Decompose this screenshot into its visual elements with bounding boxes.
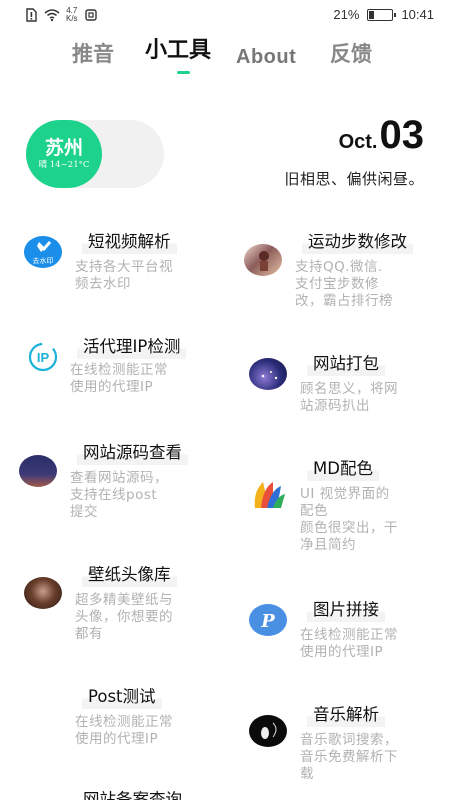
sim-alert-icon [26,8,37,22]
tool-title: 网站备案查询 [77,786,188,800]
tool-description: 支持QQ.微信. 支付宝步数修 改，霸占排行榜 [295,259,393,310]
tool-description: 在线检测能正常 使用的代理IP [70,362,168,396]
tab-recommend[interactable]: 推音 [72,38,114,68]
date-day: 03 [379,113,425,157]
tool-description: 支持各大平台视 频去水印 [75,259,173,293]
active-tab-indicator [177,71,190,74]
tool-description: 在线检测能正常 使用的代理IP [75,714,173,748]
wifi-icon [44,9,60,22]
weather-widget[interactable]: 苏州 晴 14~21°C [26,120,164,188]
tool-description-line: 顾名思义，将网 [300,381,398,397]
tool-title: 音乐解析 [307,701,385,727]
watermark-remove-icon: 去水印 [24,236,62,268]
tool-title: 壁纸头像库 [82,561,177,587]
tool-description-line: 支持各大平台视 [75,259,173,275]
tool-description-line: 超多精美壁纸与 [75,592,173,608]
tool-title: 网站源码查看 [77,439,188,465]
tool-description-line: 使用的代理IP [70,379,154,395]
battery-percent: 21% [333,7,360,22]
tool-title: MD配色 [307,455,379,481]
tool-description-line: 头像，你想要的 [75,609,173,625]
tool-description: 在线检测能正常 使用的代理IP [300,627,398,661]
date-motto: 旧相思、偏供闲昼。 [284,170,424,188]
city-night-icon [249,358,287,390]
tool-title: 网站打包 [307,350,385,376]
palette-icon [249,479,287,511]
tool-description-line: 颜色很突出，干 [300,520,398,536]
tool-description-line: 都有 [75,626,103,642]
tool-description-line: 支付宝步数修 [295,276,379,292]
tool-description-line: 音乐免费解析下 [300,749,398,765]
p-icon-label: P [260,611,275,632]
tool-description-line: 在线检测能正常 [75,714,173,730]
tool-description-line: 站源码扒出 [300,398,370,414]
network-speed: 4.7 K/s [66,7,78,23]
weather-city: 苏州 [44,137,83,159]
tool-description-line: 使用的代理IP [300,644,384,660]
tool-description-line: 提交 [70,504,98,520]
tool-description-line: 载 [300,766,314,782]
network-speed-unit: K/s [66,14,78,23]
tool-description-line: 在线检测能正常 [70,362,168,378]
tab-tools[interactable]: 小工具 [145,32,211,64]
date-widget: Oct. 03 旧相思、偏供闲昼。 [284,114,424,189]
tool-description-line: 在线检测能正常 [300,627,398,643]
tool-description-line: 音乐歌词搜索， [300,732,398,748]
portrait-photo-icon [24,577,62,609]
weather-summary: 晴 14~21°C [38,160,90,170]
tool-description: 顾名思义，将网 站源码扒出 [300,381,398,415]
ip-icon: IP [24,341,62,373]
tool-title: 活代理IP检测 [77,333,187,359]
battery-icon [367,8,397,21]
tool-description-line: 支持在线post [70,487,158,503]
tool-description-line: 支持QQ.微信. [295,259,383,275]
screenshot-notification-icon [84,9,97,21]
tool-description-line: 净且简约 [300,537,356,553]
tool-description: UI 视觉界面的 配色 颜色很突出，干 净且简约 [300,486,398,554]
ip-icon-label: IP [37,350,50,365]
tool-title: Post测试 [82,683,162,709]
music-art-icon [249,715,287,747]
status-bar: 4.7 K/s 21% 10:41 [0,0,450,30]
top-tabs: 推音 小工具 About 反馈 [0,38,450,78]
tool-description-line: 使用的代理IP [75,731,159,747]
tool-description-line: 频去水印 [75,276,131,292]
tool-title: 短视频解析 [82,228,177,254]
tool-description-line: 配色 [300,503,328,519]
tab-about[interactable]: About [236,46,296,69]
tool-title: 运动步数修改 [302,228,413,254]
weather-badge: 苏州 晴 14~21°C [26,120,102,188]
p-letter-icon: P [249,604,287,636]
battery-fill [369,10,375,19]
tool-description-line: 查看网站源码， [70,470,168,486]
runner-photo-icon [244,244,282,276]
tool-description: 超多精美壁纸与 头像，你想要的 都有 [75,592,173,643]
watermark-icon-label: 去水印 [33,256,54,265]
clock: 10:41 [401,7,434,22]
date-month: Oct. [338,131,378,153]
night-sky-icon [19,455,57,487]
tool-description-line: UI 视觉界面的 [300,486,390,502]
tab-feedback[interactable]: 反馈 [330,38,372,68]
tool-description: 音乐歌词搜索， 音乐免费解析下 载 [300,732,398,783]
tool-description-line: 改，霸占排行榜 [295,293,393,309]
tool-description: 查看网站源码， 支持在线post 提交 [70,470,168,521]
tool-title: 图片拼接 [307,596,385,622]
